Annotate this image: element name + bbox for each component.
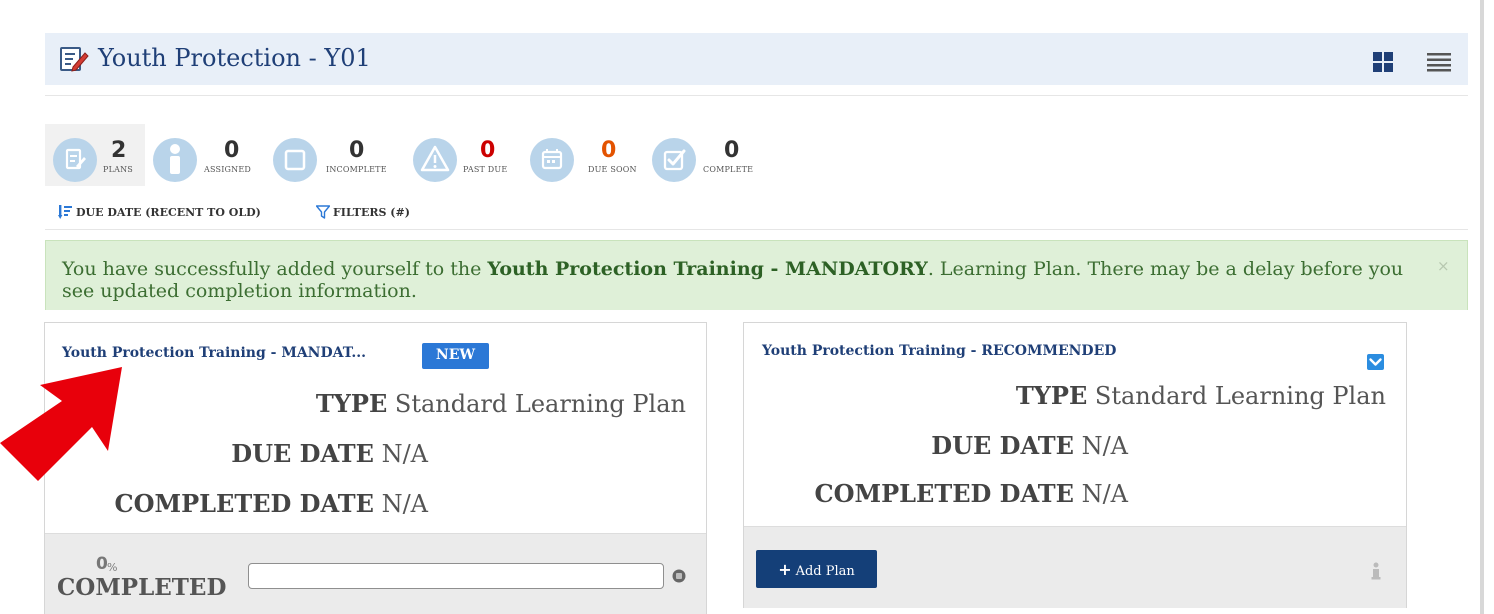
due-date-row: DUE DATE N/A bbox=[931, 431, 1128, 460]
stat-assigned[interactable]: 0 ASSIGNED bbox=[145, 124, 265, 186]
due-date-label: DUE DATE bbox=[931, 431, 1074, 460]
alert-text-start: You have successfully added yourself to … bbox=[62, 258, 488, 280]
type-value: Standard Learning Plan bbox=[394, 390, 686, 418]
empty-square-icon bbox=[273, 138, 317, 182]
due-date-value: N/A bbox=[1081, 432, 1128, 460]
stop-circle-icon bbox=[672, 569, 686, 583]
stat-plans[interactable]: 2 PLANS bbox=[45, 124, 145, 186]
header-divider bbox=[45, 95, 1468, 96]
stat-label: DUE SOON bbox=[588, 165, 637, 174]
checked-box-icon bbox=[652, 138, 696, 182]
page-scroll-border bbox=[1480, 0, 1484, 614]
stat-label: INCOMPLETE bbox=[326, 165, 387, 174]
chevron-down-icon[interactable] bbox=[1367, 354, 1384, 370]
stat-count: 0 bbox=[601, 138, 617, 163]
sort-filter-toolbar: DUE DATE (RECENT TO OLD) FILTERS (#) bbox=[55, 201, 555, 225]
sort-icon[interactable] bbox=[58, 205, 72, 219]
stat-count: 2 bbox=[111, 138, 127, 163]
edit-document-icon bbox=[60, 47, 89, 72]
stat-count: 0 bbox=[224, 138, 240, 163]
success-alert: You have successfully added yourself to … bbox=[45, 240, 1468, 310]
stat-label: PLANS bbox=[103, 165, 133, 174]
stat-incomplete[interactable]: 0 INCOMPLETE bbox=[265, 124, 405, 186]
plan-type-row: TYPE Standard Learning Plan bbox=[1016, 381, 1386, 410]
learning-plan-card-mandatory: Youth Protection Training - MANDAT... NE… bbox=[44, 322, 707, 614]
stat-count: 0 bbox=[349, 138, 365, 163]
due-date-value: N/A bbox=[381, 440, 428, 468]
calendar-icon bbox=[530, 138, 574, 182]
page-title: Youth Protection - Y01 bbox=[98, 44, 371, 72]
stat-label: ASSIGNED bbox=[204, 165, 252, 174]
add-plan-button[interactable]: + Add Plan bbox=[756, 550, 877, 588]
stat-due-soon[interactable]: 0 DUE SOON bbox=[525, 124, 645, 186]
grid-view-icon[interactable] bbox=[1373, 52, 1393, 72]
info-icon[interactable] bbox=[1370, 562, 1382, 580]
type-label: TYPE bbox=[1015, 381, 1088, 410]
completed-date-row: COMPLETED DATE N/A bbox=[815, 479, 1128, 508]
plan-actions-footer: + Add Plan bbox=[744, 526, 1406, 608]
learning-plan-card-recommended: Youth Protection Training - RECOMMENDED … bbox=[743, 322, 1407, 608]
list-view-icon[interactable] bbox=[1427, 52, 1451, 72]
stat-complete[interactable]: 0 COMPLETE bbox=[645, 124, 775, 186]
stat-count: 0 bbox=[724, 138, 740, 163]
due-date-row: DUE DATE N/A bbox=[231, 439, 428, 468]
progress-percent-sign: % bbox=[107, 561, 118, 574]
completed-date-value: N/A bbox=[381, 490, 428, 518]
stat-past-due[interactable]: 0 PAST DUE bbox=[405, 124, 525, 186]
progress-label: COMPLETED bbox=[57, 574, 227, 601]
filters-button[interactable]: FILTERS (#) bbox=[333, 206, 410, 219]
info-person-icon bbox=[153, 138, 197, 182]
completed-date-label: COMPLETED DATE bbox=[114, 489, 374, 518]
plan-type-row: TYPE Standard Learning Plan bbox=[316, 389, 686, 418]
plus-icon: + bbox=[778, 559, 792, 579]
completed-date-label: COMPLETED DATE bbox=[814, 479, 1074, 508]
completed-date-value: N/A bbox=[1081, 480, 1128, 508]
red-annotation-arrow-icon bbox=[0, 367, 122, 481]
document-edit-icon bbox=[53, 138, 97, 182]
plan-title-link[interactable]: Youth Protection Training - RECOMMENDED bbox=[762, 343, 1116, 359]
alert-plan-name: Youth Protection Training - MANDATORY bbox=[487, 258, 928, 280]
stat-label: COMPLETE bbox=[703, 165, 754, 174]
plan-stats: 2 PLANS 0 ASSIGNED 0 INCOMPLETE 0 PAST D… bbox=[45, 124, 825, 186]
due-date-label: DUE DATE bbox=[231, 439, 374, 468]
toolbar-divider bbox=[45, 229, 1468, 230]
filter-icon[interactable] bbox=[316, 205, 330, 219]
completed-date-row: COMPLETED DATE N/A bbox=[115, 489, 428, 518]
plan-progress-footer: 0 % COMPLETED bbox=[45, 533, 706, 614]
progress-bar bbox=[248, 563, 664, 589]
warning-icon bbox=[413, 138, 457, 182]
stat-label: PAST DUE bbox=[463, 165, 508, 174]
stat-count: 0 bbox=[480, 138, 496, 163]
type-label: TYPE bbox=[315, 389, 388, 418]
new-badge: NEW bbox=[422, 343, 489, 369]
alert-close-icon[interactable]: × bbox=[1437, 257, 1450, 275]
alert-message: You have successfully added yourself to … bbox=[62, 258, 1422, 302]
sort-button[interactable]: DUE DATE (RECENT TO OLD) bbox=[76, 206, 261, 219]
page-header: Youth Protection - Y01 bbox=[45, 33, 1468, 85]
add-plan-label: Add Plan bbox=[795, 563, 855, 579]
type-value: Standard Learning Plan bbox=[1094, 382, 1386, 410]
